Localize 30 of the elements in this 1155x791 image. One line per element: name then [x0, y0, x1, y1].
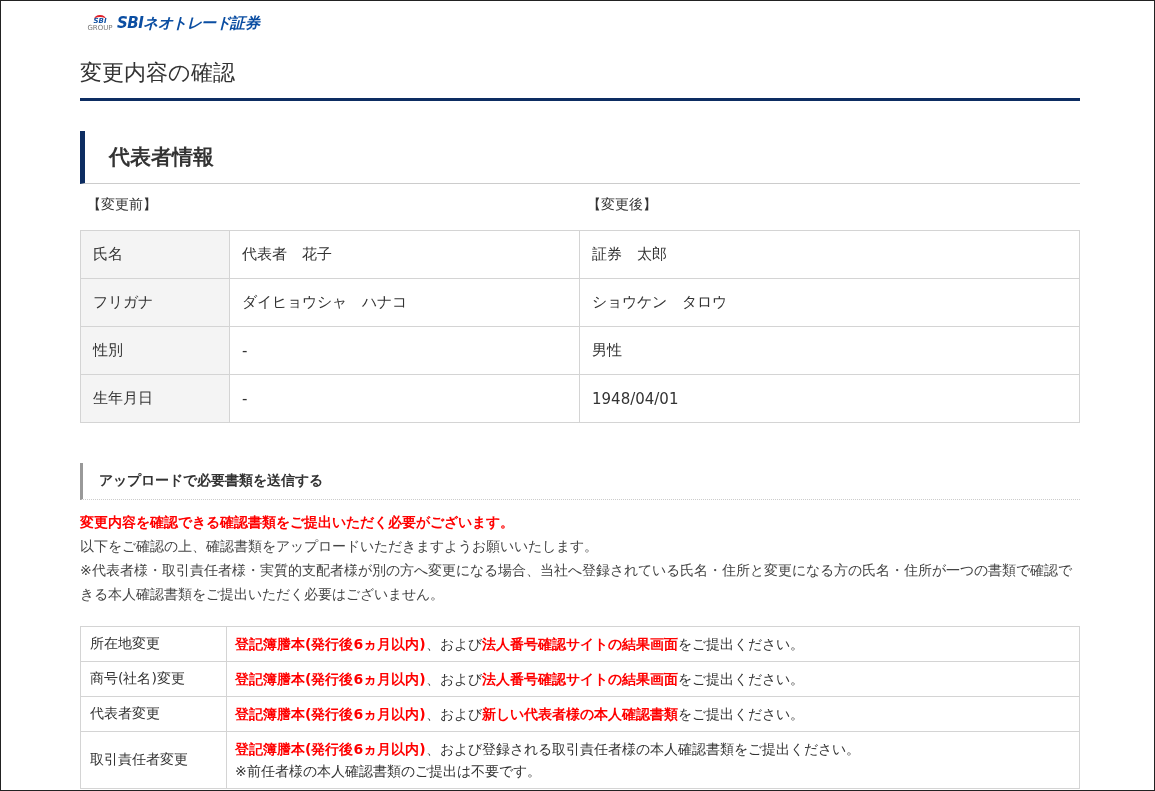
- after-value-cell: 1948/04/01: [579, 374, 1080, 423]
- section-heading: 代表者情報: [80, 131, 1080, 184]
- notice-text: 変更内容を確認できる確認書類をご提出いただく必要がございます。: [80, 513, 515, 532]
- after-label: 【変更後】: [586, 196, 658, 214]
- after-value-cell: 証券 太郎: [579, 230, 1080, 279]
- requirement-text: 登記簿謄本(発行後6ヵ月以内)、および法人番号確認サイトの結果画面をご提出ください。: [235, 635, 805, 654]
- field-label-cell: 生年月日: [80, 374, 230, 423]
- field-label-cell: 性別: [80, 326, 230, 375]
- after-value-cell: ショウケン タロウ: [579, 278, 1080, 327]
- before-value-cell: -: [229, 326, 580, 375]
- brand-logo-text: SBIネオトレード証券: [117, 13, 260, 33]
- before-label: 【変更前】: [86, 196, 158, 214]
- before-value-cell: 代表者 花子: [229, 230, 580, 279]
- field-label-cell: フリガナ: [80, 278, 230, 327]
- subsection-heading: アップロードで必要書類を送信する: [80, 463, 1080, 500]
- requirement-text: ※前任者様の本人確認書類のご提出は不要です。: [235, 762, 542, 781]
- before-value-cell: -: [229, 374, 580, 423]
- requirement-text: 登記簿謄本(発行後6ヵ月以内)、および法人番号確認サイトの結果画面をご提出ください。: [235, 670, 805, 689]
- change-type-cell: 代表者変更: [80, 696, 227, 732]
- requirement-text: 登記簿謄本(発行後6ヵ月以内)、および新しい代表者様の本人確認書類をご提出ください。: [235, 705, 805, 724]
- change-type-cell: 商号(社名)変更: [80, 661, 227, 697]
- after-value-cell: 男性: [579, 326, 1080, 375]
- field-label-cell: 氏名: [80, 230, 230, 279]
- instruction-text: ※代表者様・取引責任者様・実質的支配者様が別の方へ変更になる場合、当社へ登録されている氏名・住所と変更になる方の氏名・住所が一つの書類で確認できる本人確認書類をご提出いただく必要はございません。: [80, 561, 1073, 604]
- instruction-text: 以下をご確認の上、確認書類をアップロードいただきますようお願いいたします。: [80, 537, 599, 556]
- change-type-cell: 所在地変更: [80, 626, 227, 662]
- requirement-text: 登記簿謄本(発行後6ヵ月以内)、および登録される取引責任者様の本人確認書類をご提出ください。: [235, 740, 861, 759]
- page-title: 変更内容の確認: [80, 36, 1080, 101]
- before-value-cell: ダイヒョウシャ ハナコ: [229, 278, 580, 327]
- change-type-cell: 取引責任者変更: [80, 731, 227, 789]
